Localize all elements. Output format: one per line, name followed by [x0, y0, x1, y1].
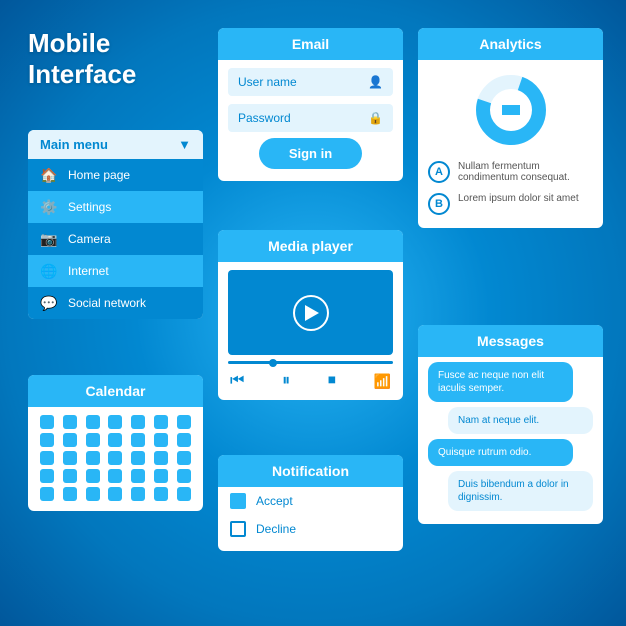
progress-bar[interactable] — [228, 361, 393, 364]
lock-icon: 🔒 — [368, 111, 383, 125]
calendar-day[interactable] — [177, 451, 191, 465]
calendar-day[interactable] — [63, 469, 77, 483]
calendar-day[interactable] — [86, 469, 100, 483]
calendar-day[interactable] — [86, 433, 100, 447]
media-controls: ⏮ ⏸ ⏹ 📶 — [218, 368, 403, 400]
home-icon: 🏠 — [40, 166, 58, 184]
donut-svg — [471, 70, 551, 150]
calendar-day[interactable] — [63, 433, 77, 447]
media-card: Media player ⏮ ⏸ ⏹ 📶 — [218, 230, 403, 400]
social-icon: 💬 — [40, 294, 58, 312]
calendar-day[interactable] — [131, 451, 145, 465]
calendar-day[interactable] — [40, 469, 54, 483]
messages-card: Messages Fusce ac neque non elit iaculis… — [418, 325, 603, 524]
calendar-day[interactable] — [63, 415, 77, 429]
pause-icon[interactable]: ⏸ — [282, 372, 290, 390]
calendar-day[interactable] — [154, 415, 168, 429]
message-bubble: Quisque rutrum odio. — [428, 439, 573, 466]
calendar-day[interactable] — [86, 415, 100, 429]
media-screen — [228, 270, 393, 355]
calendar-day[interactable] — [40, 451, 54, 465]
notification-header: Notification — [218, 455, 403, 487]
accept-checkbox[interactable] — [230, 493, 246, 509]
analytics-header: Analytics — [418, 28, 603, 60]
calendar-day[interactable] — [40, 487, 54, 501]
username-field[interactable]: User name 👤 — [228, 68, 393, 96]
calendar-day[interactable] — [177, 415, 191, 429]
analytics-item-a: A Nullam fermentum condimentum consequat… — [418, 156, 603, 188]
calendar-day[interactable] — [86, 487, 100, 501]
message-bubble: Duis bibendum a dolor in dignissim. — [448, 471, 593, 511]
page-title: Mobile Interface — [28, 28, 136, 90]
badge-b: B — [428, 193, 450, 215]
calendar-day[interactable] — [154, 433, 168, 447]
play-button[interactable] — [293, 295, 329, 331]
calendar-day[interactable] — [108, 451, 122, 465]
badge-a: A — [428, 161, 450, 183]
rewind-icon[interactable]: ⏮ — [230, 372, 244, 390]
calendar-day[interactable] — [63, 487, 77, 501]
calendar-day[interactable] — [86, 451, 100, 465]
menu-dropdown[interactable]: Main menu ▼ — [28, 130, 203, 159]
calendar-day[interactable] — [131, 415, 145, 429]
calendar-day[interactable] — [40, 433, 54, 447]
email-header: Email — [218, 28, 403, 60]
calendar-day[interactable] — [131, 487, 145, 501]
calendar-day[interactable] — [40, 415, 54, 429]
calendar-day[interactable] — [108, 415, 122, 429]
calendar-card: Calendar — [28, 375, 203, 511]
notification-decline[interactable]: Decline — [218, 515, 403, 543]
calendar-header: Calendar — [28, 375, 203, 407]
settings-icon: ⚙️ — [40, 198, 58, 216]
camera-icon: 📷 — [40, 230, 58, 248]
calendar-day[interactable] — [108, 469, 122, 483]
calendar-day[interactable] — [177, 469, 191, 483]
internet-icon: 🌐 — [40, 262, 58, 280]
menu-item-settings[interactable]: ⚙️ Settings — [28, 191, 203, 223]
calendar-grid — [28, 407, 203, 511]
media-header: Media player — [218, 230, 403, 262]
calendar-day[interactable] — [177, 433, 191, 447]
analytics-card: Analytics A Nullam fermentum condimentum… — [418, 28, 603, 228]
password-field[interactable]: Password 🔒 — [228, 104, 393, 132]
menu-item-camera[interactable]: 📷 Camera — [28, 223, 203, 255]
calendar-day[interactable] — [154, 469, 168, 483]
calendar-day[interactable] — [108, 433, 122, 447]
sign-in-button[interactable]: Sign in — [259, 138, 362, 169]
calendar-day[interactable] — [63, 451, 77, 465]
calendar-day[interactable] — [131, 433, 145, 447]
menu-item-social[interactable]: 💬 Social network — [28, 287, 203, 319]
calendar-day[interactable] — [154, 487, 168, 501]
calendar-day[interactable] — [108, 487, 122, 501]
menu-item-internet[interactable]: 🌐 Internet — [28, 255, 203, 287]
progress-indicator — [269, 359, 277, 367]
notification-accept[interactable]: Accept — [218, 487, 403, 515]
messages-header: Messages — [418, 325, 603, 357]
email-card: Email User name 👤 Password 🔒 Sign in — [218, 28, 403, 181]
calendar-day[interactable] — [177, 487, 191, 501]
chevron-down-icon: ▼ — [178, 137, 191, 152]
calendar-day[interactable] — [131, 469, 145, 483]
menu-item-home[interactable]: 🏠 Home page — [28, 159, 203, 191]
menu-card: Main menu ▼ 🏠 Home page ⚙️ Settings 📷 Ca… — [28, 130, 203, 319]
decline-checkbox[interactable] — [230, 521, 246, 537]
message-bubble: Fusce ac neque non elit iaculis semper. — [428, 362, 573, 402]
donut-chart — [418, 60, 603, 156]
stop-icon[interactable]: ⏹ — [328, 372, 336, 390]
analytics-item-b: B Lorem ipsum dolor sit amet — [418, 188, 603, 220]
volume-icon[interactable]: 📶 — [374, 373, 391, 390]
message-bubble: Nam at neque elit. — [448, 407, 593, 434]
user-icon: 👤 — [368, 75, 383, 89]
play-icon — [305, 305, 319, 321]
notification-card: Notification Accept Decline — [218, 455, 403, 551]
calendar-day[interactable] — [154, 451, 168, 465]
